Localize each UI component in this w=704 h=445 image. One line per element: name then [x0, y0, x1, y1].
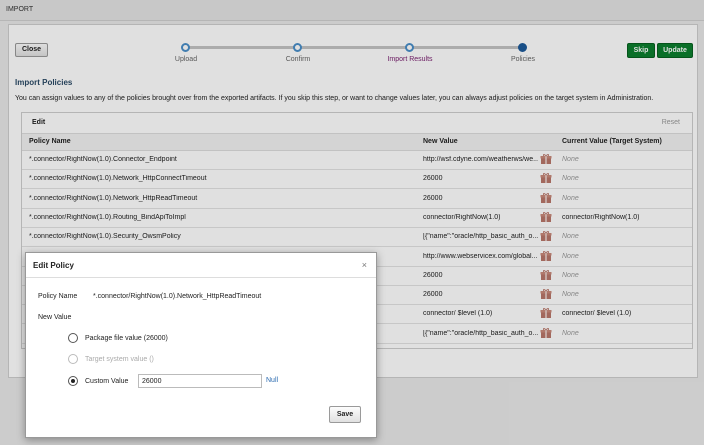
save-button[interactable]: Save: [329, 406, 361, 423]
null-link[interactable]: Null: [266, 377, 278, 384]
dialog-title: Edit Policy: [33, 261, 74, 270]
package-file-value-radio[interactable]: [68, 333, 78, 343]
custom-value-radio[interactable]: [68, 376, 78, 386]
new-value-label: New Value: [38, 314, 72, 321]
custom-value-input[interactable]: 26000: [138, 374, 262, 388]
target-system-value-label: Target system value (): [85, 356, 154, 363]
edit-policy-dialog: Edit Policy × Policy Name *.connector/Ri…: [25, 252, 377, 438]
close-icon[interactable]: ×: [362, 260, 367, 270]
target-system-value-radio: [68, 354, 78, 364]
policy-name-label: Policy Name: [38, 293, 78, 300]
package-file-value-label[interactable]: Package file value (26000): [85, 335, 168, 342]
dialog-divider: [26, 277, 376, 278]
policy-name-value: *.connector/RightNow(1.0).Network_HttpRe…: [93, 293, 262, 300]
custom-value-label[interactable]: Custom Value: [85, 378, 128, 385]
